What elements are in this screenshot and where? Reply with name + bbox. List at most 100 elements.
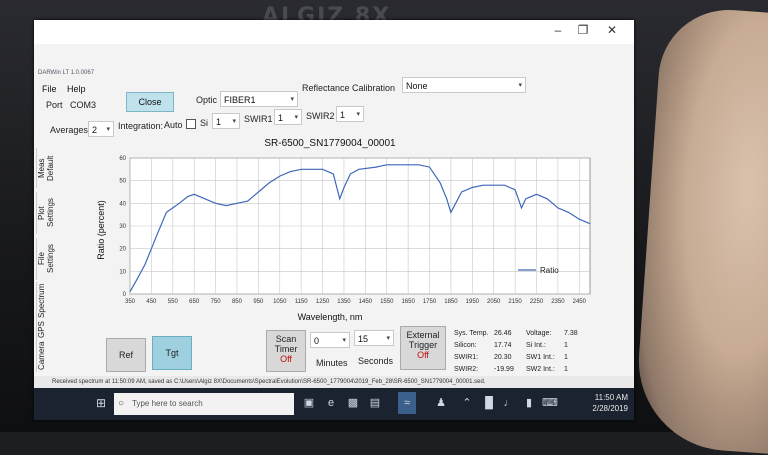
y-tick-label: 10	[119, 269, 126, 275]
tab-camera[interactable]: Camera	[36, 340, 53, 372]
chevron-down-icon: ▾	[342, 337, 346, 344]
menu-bar: File Help	[34, 84, 86, 94]
scan-timer-state: Off	[280, 354, 292, 364]
auto-label: Auto	[164, 120, 183, 130]
sw2-int-label: SW2 Int.:	[526, 366, 555, 373]
auto-checkbox[interactable]	[186, 119, 196, 129]
search-icon: ○	[118, 398, 125, 409]
x-tick-label: 850	[232, 299, 243, 305]
port-value: COM3	[70, 100, 97, 110]
swir2-stat-value: -19.99	[494, 366, 514, 373]
swir1-select[interactable]: 1 ▾	[274, 109, 302, 125]
minutes-label: Minutes	[316, 358, 348, 368]
swir1-stat-label: SWIR1:	[454, 354, 479, 361]
x-tick-label: 2450	[573, 299, 587, 305]
chevron-up-icon[interactable]: ⌃	[460, 396, 474, 410]
reflectance-select[interactable]: None ▾	[402, 77, 526, 93]
chevron-down-icon: ▾	[294, 114, 298, 121]
si-value: 1	[216, 117, 222, 127]
tab-gps[interactable]: GPS	[36, 320, 53, 340]
tab-plot-settings[interactable]: Plot Settings	[36, 192, 55, 234]
y-axis-label: Ratio (percent)	[96, 200, 106, 260]
chevron-down-icon: ▾	[518, 82, 522, 89]
swir2-label: SWIR2	[306, 111, 335, 121]
clock-date: 2/28/2019	[592, 404, 628, 413]
sys-temp-label: Sys. Temp.	[454, 330, 489, 337]
sw1-int-label: SW1 Int.:	[526, 354, 555, 361]
x-tick-label: 1850	[444, 299, 458, 305]
people-icon[interactable]: ♟	[434, 396, 448, 410]
taskbar-search[interactable]: ○ Type here to search	[114, 393, 294, 415]
swir1-value: 1	[278, 113, 284, 123]
si-label: Si	[200, 118, 209, 128]
y-tick-label: 40	[119, 201, 126, 207]
optic-value: FIBER1	[224, 95, 256, 105]
swir1-label: SWIR1	[244, 114, 273, 124]
swir2-select[interactable]: 1 ▾	[336, 106, 364, 122]
edge-browser-icon[interactable]: e	[324, 396, 338, 410]
seconds-value: 15	[358, 334, 369, 344]
x-tick-label: 750	[211, 299, 222, 305]
menu-help[interactable]: Help	[67, 84, 86, 94]
menu-file[interactable]: File	[42, 84, 57, 94]
y-tick-label: 30	[119, 224, 126, 230]
tab-file-settings[interactable]: File Settings	[36, 238, 55, 280]
ref-button[interactable]: Ref	[106, 338, 146, 372]
chevron-down-icon: ▾	[386, 335, 390, 342]
x-tick-label: 1250	[316, 299, 330, 305]
screen: – ❐ ✕ DARWin LT 1.0.0067 File Help Port …	[34, 20, 634, 420]
external-trigger-state: Off	[417, 350, 429, 360]
y-tick-label: 60	[119, 156, 126, 162]
battery-icon[interactable]: ▮	[522, 396, 536, 410]
network-icon[interactable]: █	[482, 396, 496, 410]
si-select[interactable]: 1 ▾	[212, 113, 240, 129]
reflectance-label: Reflectance Calibration	[302, 83, 396, 93]
external-trigger-button[interactable]: External Trigger Off	[400, 326, 446, 370]
file-explorer-icon[interactable]: ▩	[346, 396, 360, 410]
volume-icon[interactable]: ♩	[502, 396, 516, 410]
sw1-int-value: 1	[564, 354, 568, 361]
search-placeholder: Type here to search	[132, 399, 203, 408]
averages-label: Averages	[50, 125, 88, 135]
seconds-select[interactable]: 15 ▾	[354, 330, 394, 346]
minutes-select[interactable]: 0 ▾	[310, 332, 350, 348]
optic-select[interactable]: FIBER1 ▾	[220, 91, 298, 107]
tab-spectrum[interactable]: Spectrum	[36, 282, 53, 320]
x-tick-label: 1950	[466, 299, 480, 305]
status-bar: Received spectrum at 11:50:09 AM, saved …	[34, 376, 634, 388]
tgt-button[interactable]: Tgt	[152, 336, 192, 370]
chevron-down-icon: ▾	[290, 96, 294, 103]
x-tick-label: 350	[125, 299, 136, 305]
task-view-icon[interactable]: ▣	[302, 396, 316, 410]
swir2-stat-label: SWIR2:	[454, 366, 479, 373]
keyboard-icon[interactable]: ⌨	[542, 396, 558, 410]
legend-label: Ratio	[540, 266, 559, 275]
darwin-app-icon[interactable]: ≈	[398, 392, 416, 414]
scan-timer-button[interactable]: Scan Timer Off	[266, 330, 306, 372]
minimize-icon[interactable]: –	[550, 23, 566, 37]
close-icon[interactable]: ✕	[604, 23, 620, 37]
store-icon[interactable]: ▤	[368, 396, 382, 410]
silicon-label: Silicon:	[454, 342, 477, 349]
minutes-value: 0	[314, 336, 320, 346]
x-tick-label: 950	[253, 299, 264, 305]
x-tick-label: 1150	[295, 299, 309, 305]
x-tick-label: 450	[146, 299, 157, 305]
taskbar-clock[interactable]: 11:50 AM 2/28/2019	[592, 392, 628, 414]
close-button[interactable]: Close	[126, 92, 174, 112]
x-tick-label: 2150	[508, 299, 522, 305]
maximize-icon[interactable]: ❐	[575, 23, 591, 37]
x-tick-label: 650	[189, 299, 200, 305]
windows-start-icon[interactable]: ⊞	[94, 396, 108, 410]
x-tick-label: 1450	[359, 299, 373, 305]
clock-time: 11:50 AM	[594, 393, 628, 402]
x-tick-label: 1050	[273, 299, 287, 305]
taskbar: ⊞ ○ Type here to search ▣ e ▩ ▤ ≈ ♟ ⌃ █ …	[34, 388, 634, 420]
x-tick-label: 1750	[423, 299, 437, 305]
external-trigger-label: External Trigger	[406, 330, 440, 350]
x-tick-label: 1350	[337, 299, 351, 305]
y-tick-label: 0	[123, 292, 127, 298]
y-tick-label: 20	[119, 247, 126, 253]
optic-label: Optic	[196, 95, 218, 105]
tab-meas-default[interactable]: Meas Default	[36, 148, 55, 188]
